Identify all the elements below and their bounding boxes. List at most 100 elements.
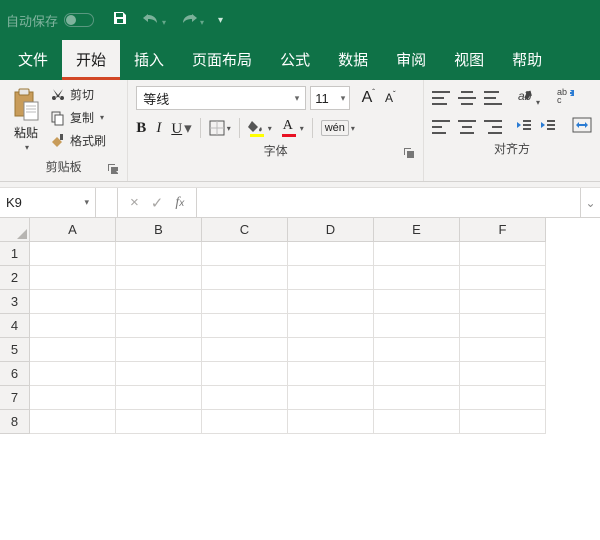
qat-customize-icon[interactable]: ▾ <box>218 15 223 26</box>
cell[interactable] <box>374 362 460 386</box>
cell[interactable] <box>116 410 202 434</box>
font-color-button[interactable]: A ▾ <box>280 119 304 137</box>
row-header[interactable]: 8 <box>0 410 30 434</box>
row-header[interactable]: 6 <box>0 362 30 386</box>
dialog-launcher-icon[interactable] <box>403 147 415 159</box>
row-header[interactable]: 2 <box>0 266 30 290</box>
save-icon[interactable] <box>112 10 128 30</box>
tab-help[interactable]: 帮助 <box>498 40 556 80</box>
expand-formula-bar-button[interactable]: ⌄ <box>580 188 600 217</box>
align-bottom-button[interactable] <box>484 91 502 105</box>
column-header[interactable]: C <box>202 218 288 242</box>
row-header[interactable]: 1 <box>0 242 30 266</box>
redo-button[interactable]: ▾ <box>180 11 204 29</box>
cell[interactable] <box>202 290 288 314</box>
tab-review[interactable]: 审阅 <box>382 40 440 80</box>
cell[interactable] <box>116 266 202 290</box>
cell[interactable] <box>116 362 202 386</box>
tab-page-layout[interactable]: 页面布局 <box>178 40 266 80</box>
cell[interactable] <box>202 266 288 290</box>
tab-insert[interactable]: 插入 <box>120 40 178 80</box>
format-painter-button[interactable]: 格式刷 <box>50 132 106 149</box>
cell[interactable] <box>460 314 546 338</box>
column-header[interactable]: E <box>374 218 460 242</box>
italic-button[interactable]: I <box>156 120 161 137</box>
cell[interactable] <box>460 362 546 386</box>
name-box[interactable]: K9 ▾ <box>0 188 96 217</box>
cell[interactable] <box>288 338 374 362</box>
cell[interactable] <box>460 386 546 410</box>
increase-indent-button[interactable] <box>540 118 556 135</box>
cell[interactable] <box>202 410 288 434</box>
cell[interactable] <box>460 290 546 314</box>
cell[interactable] <box>30 386 116 410</box>
increase-font-button[interactable]: Aˆ <box>358 87 378 109</box>
column-header[interactable]: D <box>288 218 374 242</box>
cell[interactable] <box>116 314 202 338</box>
cell[interactable] <box>30 242 116 266</box>
fill-color-button[interactable]: ▾ <box>248 119 272 137</box>
font-name-combo[interactable]: 等线 ▾ <box>136 86 306 110</box>
align-top-button[interactable] <box>432 91 450 105</box>
cell[interactable] <box>202 338 288 362</box>
cell[interactable] <box>374 410 460 434</box>
phonetic-guide-button[interactable]: wén▾ <box>321 120 355 136</box>
cut-button[interactable]: 剪切 <box>50 86 106 103</box>
enter-formula-button[interactable]: ✓ <box>151 194 164 212</box>
cell[interactable] <box>460 266 546 290</box>
tab-data[interactable]: 数据 <box>324 40 382 80</box>
align-right-button[interactable] <box>484 120 502 134</box>
cell[interactable] <box>374 266 460 290</box>
cell[interactable] <box>288 362 374 386</box>
cell[interactable] <box>374 386 460 410</box>
tab-home[interactable]: 开始 <box>62 40 120 80</box>
orientation-button[interactable]: ab▾ <box>516 87 540 108</box>
dialog-launcher-icon[interactable] <box>107 163 119 175</box>
cell[interactable] <box>202 362 288 386</box>
select-all-corner[interactable] <box>0 218 30 242</box>
underline-button[interactable]: U▾ <box>171 119 191 138</box>
tab-file[interactable]: 文件 <box>4 40 62 80</box>
decrease-font-button[interactable]: Aˇ <box>380 87 400 109</box>
insert-function-button[interactable]: fx <box>175 195 184 211</box>
cell[interactable] <box>374 314 460 338</box>
cell[interactable] <box>374 338 460 362</box>
cell[interactable] <box>116 242 202 266</box>
cell[interactable] <box>116 338 202 362</box>
align-left-button[interactable] <box>432 120 450 134</box>
cell[interactable] <box>30 290 116 314</box>
column-header[interactable]: A <box>30 218 116 242</box>
cell[interactable] <box>288 410 374 434</box>
tab-view[interactable]: 视图 <box>440 40 498 80</box>
row-header[interactable]: 7 <box>0 386 30 410</box>
cell[interactable] <box>374 290 460 314</box>
row-header[interactable]: 5 <box>0 338 30 362</box>
cell[interactable] <box>288 290 374 314</box>
cell[interactable] <box>460 242 546 266</box>
cancel-formula-button[interactable]: × <box>130 194 139 211</box>
undo-button[interactable]: ▾ <box>142 11 166 29</box>
decrease-indent-button[interactable] <box>516 118 532 135</box>
cell[interactable] <box>374 242 460 266</box>
cell[interactable] <box>30 266 116 290</box>
paste-button[interactable]: 粘贴 ▾ <box>8 86 44 154</box>
autosave-toggle[interactable]: 自动保存 关 <box>6 11 94 30</box>
row-header[interactable]: 4 <box>0 314 30 338</box>
borders-button[interactable]: ▾ <box>209 120 231 136</box>
cell[interactable] <box>460 338 546 362</box>
cell[interactable] <box>202 242 288 266</box>
cell[interactable] <box>30 338 116 362</box>
copy-button[interactable]: 复制▾ <box>50 109 106 126</box>
formula-input[interactable] <box>197 188 580 217</box>
cell[interactable] <box>288 314 374 338</box>
wrap-text-button[interactable]: abc <box>556 86 576 109</box>
align-center-button[interactable] <box>458 120 476 134</box>
align-middle-button[interactable] <box>458 91 476 105</box>
cell[interactable] <box>116 386 202 410</box>
row-header[interactable]: 3 <box>0 290 30 314</box>
tab-formulas[interactable]: 公式 <box>266 40 324 80</box>
cell[interactable] <box>288 242 374 266</box>
bold-button[interactable]: B <box>136 120 146 137</box>
cell[interactable] <box>30 362 116 386</box>
cell[interactable] <box>460 410 546 434</box>
